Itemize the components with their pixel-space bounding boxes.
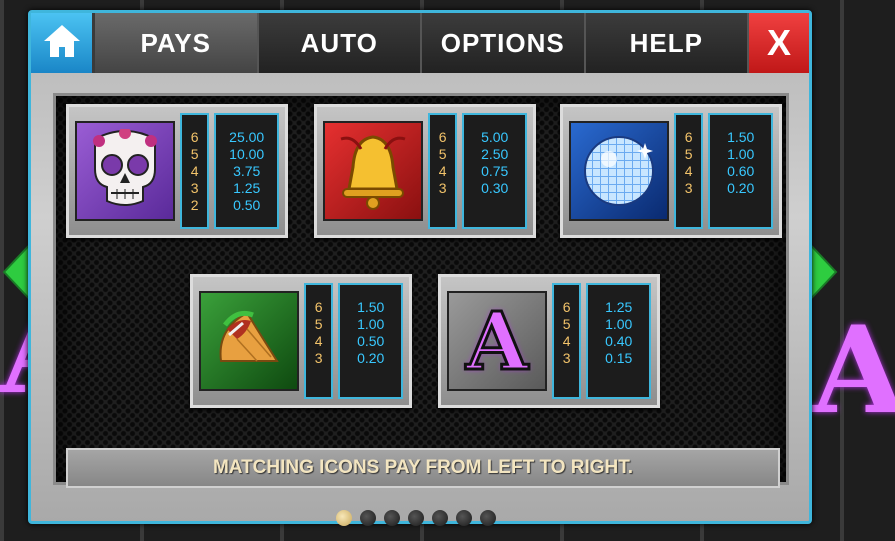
- tab-help[interactable]: HELP: [585, 13, 749, 73]
- letter-a-glyph: A: [464, 293, 529, 390]
- close-button[interactable]: X: [749, 13, 809, 73]
- payout-column: 5.00 2.50 0.75 0.30: [462, 113, 527, 229]
- payout-value: 0.20: [357, 350, 385, 366]
- page-dot[interactable]: [384, 510, 400, 526]
- payout-value: 0.50: [233, 197, 261, 213]
- match-count: 4: [562, 333, 571, 349]
- payout-value: 0.60: [727, 163, 755, 179]
- payout-value: 25.00: [229, 129, 265, 145]
- paytable-card: 6 5 4 3 1.50 1.00 0.60 0.20: [560, 104, 782, 238]
- match-count-column: 6 5 4 3: [674, 113, 704, 229]
- payout-value: 3.75: [233, 163, 261, 179]
- match-count: 5: [190, 146, 199, 162]
- match-count: 4: [438, 163, 447, 179]
- page-dot[interactable]: [480, 510, 496, 526]
- match-count: 6: [314, 299, 323, 315]
- match-count: 6: [684, 129, 693, 145]
- bg-symbol-right: A: [812, 300, 895, 441]
- match-count: 3: [190, 180, 199, 196]
- taco-icon: [199, 291, 299, 391]
- payout-value: 1.00: [727, 146, 755, 162]
- paytable-window: PAYS AUTO OPTIONS HELP X 6 5 4 3 2 25.00…: [28, 10, 812, 526]
- match-count: 5: [562, 316, 571, 332]
- paytable-content: 6 5 4 3 2 25.00 10.00 3.75 1.25 0.50 6 5…: [53, 93, 789, 488]
- match-count-column: 6 5 4 3: [428, 113, 458, 229]
- payout-value: 5.00: [481, 129, 509, 145]
- payout-column: 1.50 1.00 0.60 0.20: [708, 113, 773, 229]
- match-count: 4: [190, 163, 199, 179]
- paytable-card: A 6 5 4 3 1.25 1.00 0.40 0.15: [438, 274, 660, 408]
- match-count: 4: [314, 333, 323, 349]
- match-count: 3: [314, 350, 323, 366]
- tab-pays[interactable]: PAYS: [95, 13, 259, 73]
- top-nav: PAYS AUTO OPTIONS HELP X: [31, 13, 809, 73]
- match-count: 3: [684, 180, 693, 196]
- payout-value: 0.20: [727, 180, 755, 196]
- match-count: 6: [190, 129, 199, 145]
- page-dot[interactable]: [408, 510, 424, 526]
- match-count: 3: [562, 350, 571, 366]
- payout-column: 25.00 10.00 3.75 1.25 0.50: [214, 113, 279, 229]
- page-dot[interactable]: [336, 510, 352, 526]
- match-count: 5: [684, 146, 693, 162]
- payout-column: 1.50 1.00 0.50 0.20: [338, 283, 403, 399]
- tab-options[interactable]: OPTIONS: [422, 13, 586, 73]
- payout-column: 1.25 1.00 0.40 0.15: [586, 283, 651, 399]
- home-icon: [42, 23, 82, 64]
- payout-value: 10.00: [229, 146, 265, 162]
- match-count-column: 6 5 4 3 2: [180, 113, 210, 229]
- match-count: 4: [684, 163, 693, 179]
- match-count: 2: [190, 197, 199, 213]
- match-count-column: 6 5 4 3: [552, 283, 582, 399]
- paytable-card: 6 5 4 3 1.50 1.00 0.50 0.20: [190, 274, 412, 408]
- disco-ball-icon: [569, 121, 669, 221]
- payout-value: 0.30: [481, 180, 509, 196]
- match-count: 5: [314, 316, 323, 332]
- match-count: 3: [438, 180, 447, 196]
- payout-value: 1.25: [605, 299, 633, 315]
- home-button[interactable]: [31, 13, 95, 73]
- payout-value: 0.75: [481, 163, 509, 179]
- page-dot[interactable]: [360, 510, 376, 526]
- pay-rule-banner: MATCHING ICONS PAY FROM LEFT TO RIGHT.: [66, 448, 780, 488]
- payout-value: 1.50: [357, 299, 385, 315]
- payout-value: 1.25: [233, 180, 261, 196]
- paytable-card: 6 5 4 3 5.00 2.50 0.75 0.30: [314, 104, 536, 238]
- payout-value: 0.50: [357, 333, 385, 349]
- match-count: 5: [438, 146, 447, 162]
- page-indicator: [336, 510, 496, 526]
- payout-value: 1.50: [727, 129, 755, 145]
- pay-rule-text: MATCHING ICONS PAY FROM LEFT TO RIGHT.: [212, 457, 634, 478]
- page-dot[interactable]: [432, 510, 448, 526]
- paytable-card: 6 5 4 3 2 25.00 10.00 3.75 1.25 0.50: [66, 104, 288, 238]
- tab-auto[interactable]: AUTO: [258, 13, 422, 73]
- sugar-skull-icon: [75, 121, 175, 221]
- payout-value: 0.40: [605, 333, 633, 349]
- payout-value: 2.50: [481, 146, 509, 162]
- page-dot[interactable]: [456, 510, 472, 526]
- match-count: 6: [562, 299, 571, 315]
- payout-value: 1.00: [605, 316, 633, 332]
- payout-value: 1.00: [357, 316, 385, 332]
- bell-icon: [323, 121, 423, 221]
- match-count-column: 6 5 4 3: [304, 283, 334, 399]
- payout-value: 0.15: [605, 350, 633, 366]
- match-count: 6: [438, 129, 447, 145]
- letter-a-icon: A: [447, 291, 547, 391]
